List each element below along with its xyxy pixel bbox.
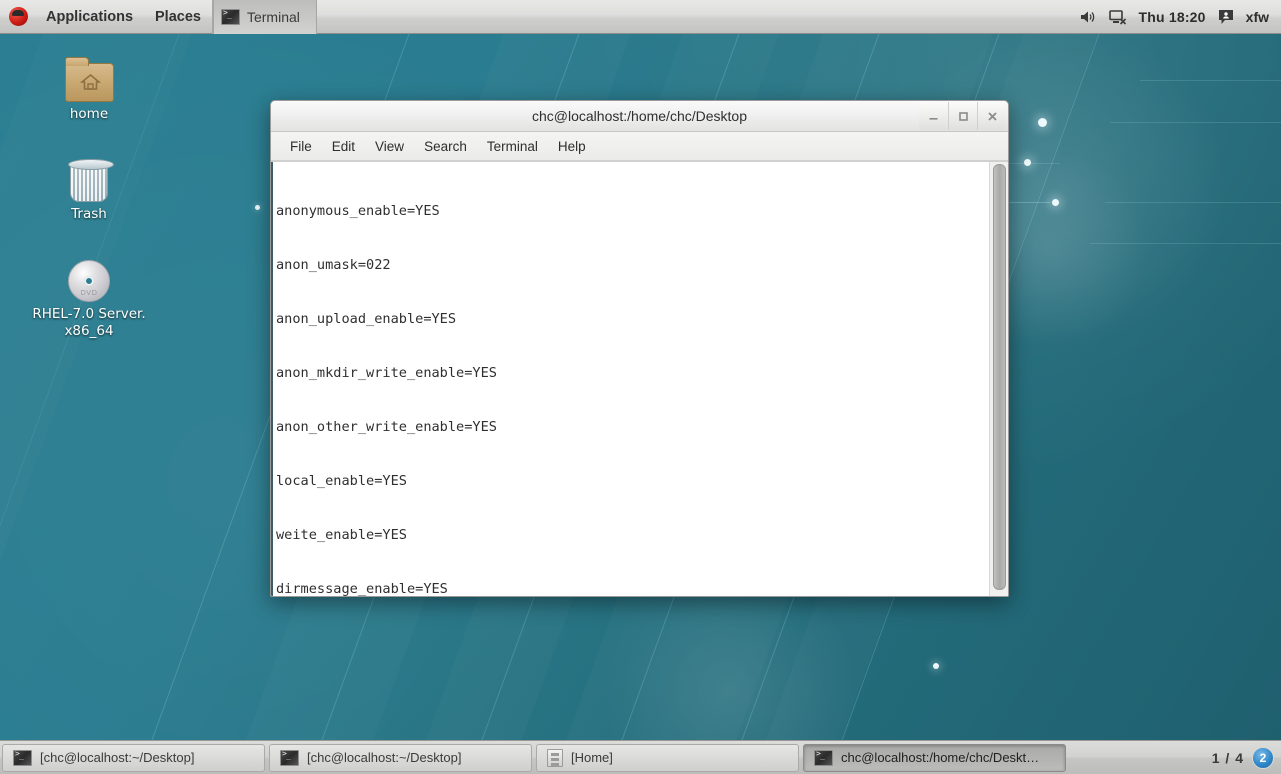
menu-item-edit[interactable]: Edit <box>323 136 364 157</box>
terminal-icon <box>220 8 240 25</box>
dvd-disc-icon: DVD <box>24 252 154 302</box>
desktop-icon-label: Trash <box>71 206 107 222</box>
menu-bar: File Edit View Search Terminal Help <box>271 132 1008 161</box>
terminal-line: anon_other_write_enable=YES <box>276 419 497 435</box>
terminal-line: weite_enable=YES <box>276 527 407 543</box>
user-name[interactable]: xfw <box>1246 9 1269 25</box>
maximize-icon <box>958 111 968 121</box>
user-message-icon[interactable] <box>1218 9 1234 25</box>
trash-can-icon <box>24 152 154 202</box>
taskbar: [chc@localhost:~/Desktop] [chc@localhost… <box>0 740 1281 774</box>
house-glyph-icon <box>79 73 101 90</box>
home-folder-icon <box>24 52 154 102</box>
window-title-bar[interactable]: chc@localhost:/home/chc/Desktop <box>271 101 1008 132</box>
terminal-line: anon_mkdir_write_enable=YES <box>276 365 497 381</box>
taskbar-item-label: [chc@localhost:~/Desktop] <box>307 750 462 765</box>
close-icon <box>987 111 997 121</box>
terminal-body[interactable]: anonymous_enable=YES anon_umask=022 anon… <box>271 161 1008 596</box>
desktop-icon-label: RHEL-7.0 Server. <box>32 306 146 322</box>
taskbar-item-terminal-2[interactable]: [chc@localhost:~/Desktop] <box>269 743 532 772</box>
menu-item-help[interactable]: Help <box>549 136 595 157</box>
taskbar-right: 1 / 4 2 <box>1212 746 1281 769</box>
window-controls <box>919 102 1006 130</box>
terminal-line: anonymous_enable=YES <box>276 203 440 219</box>
terminal-scrollbar[interactable] <box>989 162 1008 596</box>
desktop-icon-dvd[interactable]: DVD RHEL-7.0 Server. x86_64 <box>24 252 154 340</box>
taskbar-item-terminal-1[interactable]: [chc@localhost:~/Desktop] <box>2 743 265 772</box>
terminal-text-area[interactable]: anonymous_enable=YES anon_umask=022 anon… <box>271 162 989 596</box>
menu-item-view[interactable]: View <box>366 136 413 157</box>
taskbar-item-label: chc@localhost:/home/chc/Deskt… <box>841 750 1040 765</box>
dvd-disc-label: DVD <box>80 289 98 297</box>
terminal-icon <box>13 749 32 766</box>
desktop-icon-label-line2: x86_64 <box>64 323 114 339</box>
minimize-button[interactable] <box>919 102 948 130</box>
menu-item-terminal[interactable]: Terminal <box>478 136 547 157</box>
minimize-icon <box>929 117 938 120</box>
terminal-icon <box>280 749 299 766</box>
menu-applications[interactable]: Applications <box>35 0 144 34</box>
network-disconnected-icon[interactable] <box>1108 9 1127 25</box>
volume-speaker-icon[interactable] <box>1079 9 1097 25</box>
taskbar-item-home[interactable]: [Home] <box>536 743 799 772</box>
taskbar-item-terminal-active[interactable]: chc@localhost:/home/chc/Deskt… <box>803 743 1066 772</box>
terminal-line: dirmessage_enable=YES <box>276 581 448 596</box>
taskbar-item-label: [chc@localhost:~/Desktop] <box>40 750 195 765</box>
terminal-window[interactable]: chc@localhost:/home/chc/Desktop File Edi… <box>270 100 1009 597</box>
desktop-icon-home[interactable]: home <box>24 52 154 123</box>
panel-tray: Thu 18:20 xfw <box>1079 9 1281 25</box>
desktop-icon-trash[interactable]: Trash <box>24 152 154 223</box>
clock[interactable]: Thu 18:20 <box>1139 9 1206 25</box>
maximize-button[interactable] <box>948 102 977 130</box>
close-button[interactable] <box>977 102 1006 130</box>
menu-places[interactable]: Places <box>144 0 212 34</box>
top-panel: Applications Places Terminal Thu 18:20 <box>0 0 1281 34</box>
desktop-icon-label: home <box>69 106 109 122</box>
workspace-badge[interactable]: 2 <box>1252 746 1274 769</box>
window-list-button-terminal[interactable]: Terminal <box>212 0 317 34</box>
window-title: chc@localhost:/home/chc/Desktop <box>532 108 747 124</box>
workspace-indicator[interactable]: 1 / 4 <box>1212 750 1244 766</box>
taskbar-item-label: [Home] <box>571 750 613 765</box>
redhat-logo-icon[interactable] <box>9 7 28 26</box>
menu-item-search[interactable]: Search <box>415 136 476 157</box>
terminal-line: anon_umask=022 <box>276 257 391 273</box>
scrollbar-thumb[interactable] <box>993 164 1006 590</box>
menu-item-file[interactable]: File <box>281 136 321 157</box>
terminal-line: local_enable=YES <box>276 473 407 489</box>
terminal-icon <box>814 749 833 766</box>
window-list-label: Terminal <box>246 8 300 25</box>
terminal-line: anon_upload_enable=YES <box>276 311 457 327</box>
file-manager-icon <box>547 748 563 767</box>
